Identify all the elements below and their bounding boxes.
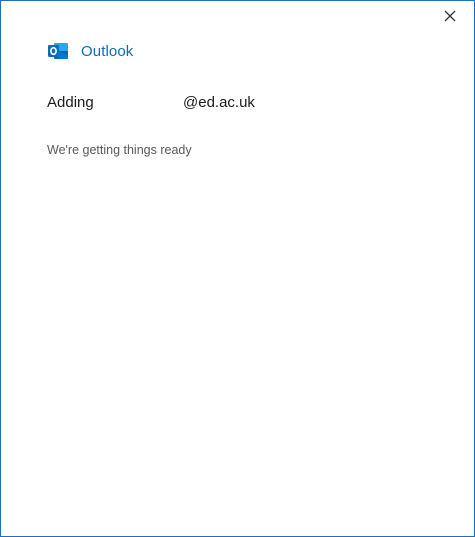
- adding-account-row: Adding @ed.ac.uk: [47, 94, 255, 111]
- account-setup-window: Outlook Adding @ed.ac.uk We're getting th…: [0, 0, 475, 537]
- close-icon: [444, 10, 456, 22]
- app-title: Outlook: [81, 42, 134, 60]
- close-button[interactable]: [438, 5, 462, 27]
- app-brand: Outlook: [47, 39, 133, 63]
- account-email: @ed.ac.uk: [183, 94, 255, 111]
- status-message: We're getting things ready: [47, 143, 192, 157]
- outlook-logo-icon: [48, 43, 68, 59]
- adding-label: Adding: [47, 94, 94, 111]
